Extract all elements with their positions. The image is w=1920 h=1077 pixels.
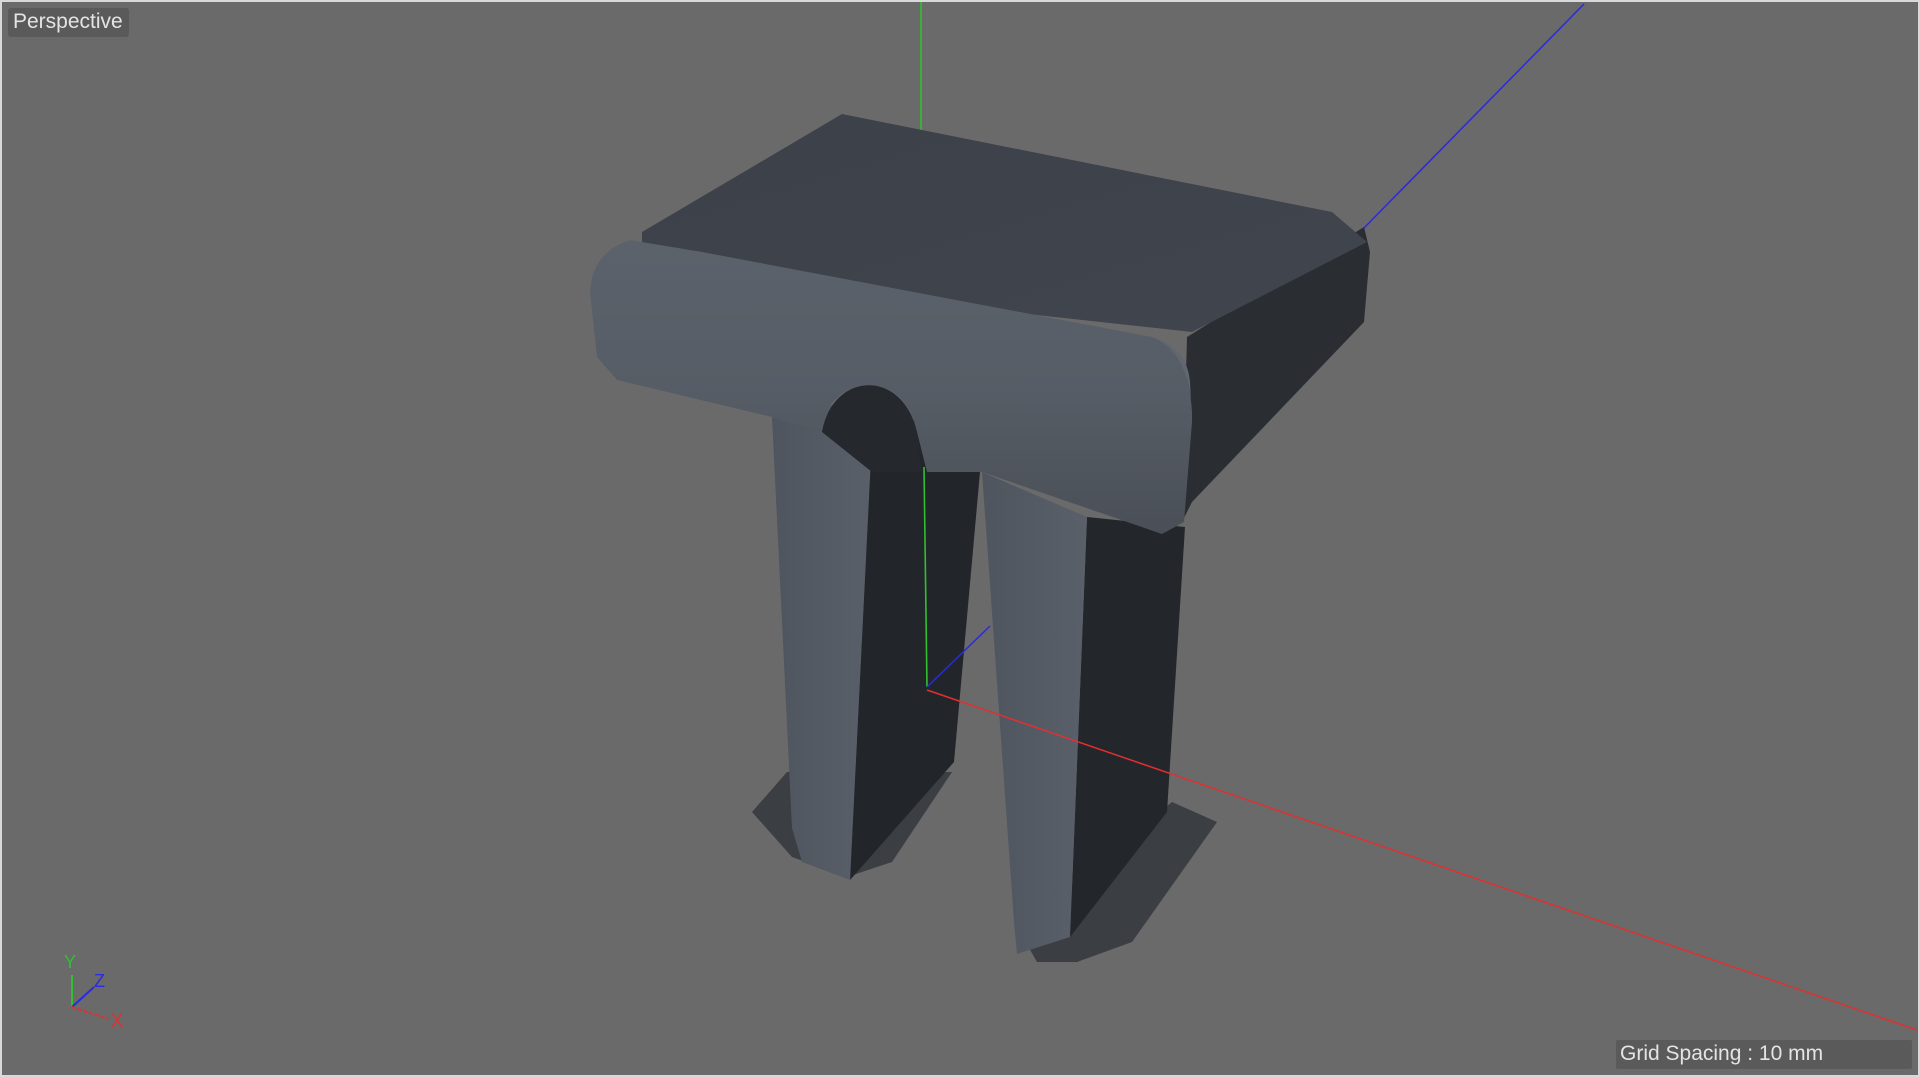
gizmo-y-label: Y: [64, 952, 76, 972]
3d-viewport[interactable]: Y Z X Perspective Grid Spacing : 10 mm: [0, 0, 1920, 1077]
z-axis-line-far: [1361, 3, 1585, 231]
orientation-gizmo: Y Z X: [64, 952, 123, 1031]
scene-canvas[interactable]: Y Z X: [2, 2, 1920, 1077]
view-mode-label[interactable]: Perspective: [8, 8, 129, 37]
right-leg-front: [982, 472, 1087, 954]
gizmo-z-label: Z: [94, 971, 105, 991]
gizmo-z-arrow: [71, 986, 95, 1008]
grid-spacing-readout: Grid Spacing : 10 mm: [1616, 1040, 1912, 1069]
gizmo-x-label: X: [111, 1011, 123, 1031]
gizmo-x-arrow: [71, 1006, 109, 1020]
